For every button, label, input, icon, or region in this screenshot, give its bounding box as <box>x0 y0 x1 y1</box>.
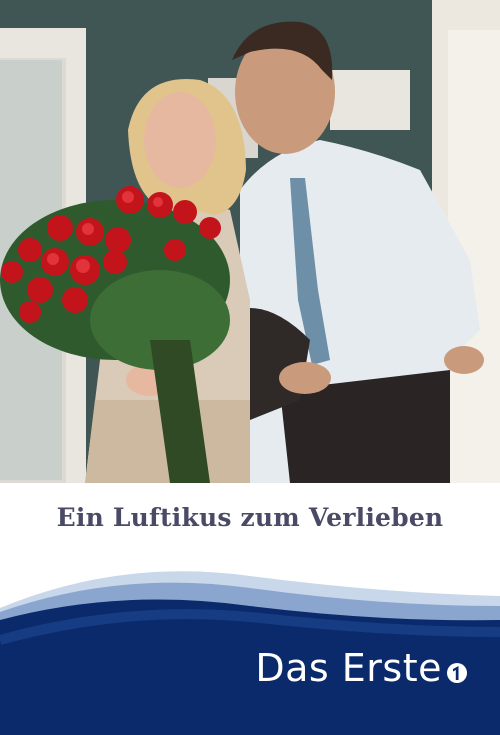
movie-title: Ein Luftikus zum Verlieben <box>56 503 444 532</box>
movie-poster: Ein Luftikus zum Verlieben Das Erste <box>0 0 500 735</box>
ard-wave-band <box>0 571 500 735</box>
poster-photo <box>0 0 500 483</box>
das-erste-logo: Das Erste <box>255 646 468 690</box>
ard-one-logo-icon <box>446 649 468 683</box>
broadcaster-name: Das Erste <box>255 646 442 690</box>
couple-with-roses-photo <box>0 0 500 483</box>
